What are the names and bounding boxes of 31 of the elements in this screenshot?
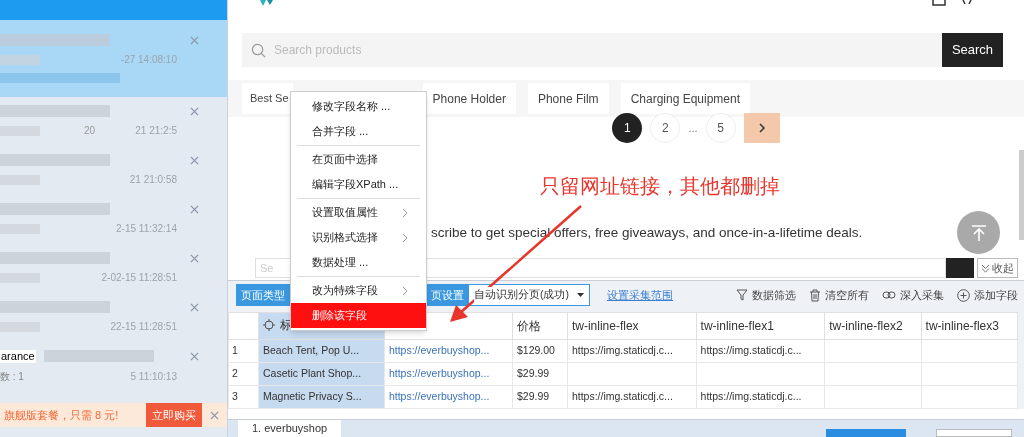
item-time: 21 21:2:5	[135, 124, 177, 138]
item-time: 5 11:10:13	[130, 369, 177, 384]
table-cell: https://everbuyshop...	[384, 339, 513, 363]
search-placeholder: Search products	[274, 42, 362, 59]
item-time: -27 14:08:10	[120, 53, 177, 67]
promo-text: 旗舰版套餐，只需 8 元!	[4, 407, 119, 423]
item-time: 21 21:0:58	[129, 173, 177, 187]
table-cell: Casetic Plant Shop...	[258, 362, 385, 386]
annotation-text: 只留网址链接，其他都删掉	[540, 174, 780, 199]
table-cell: https://everbuyshop...	[384, 385, 513, 409]
item-subtitle: 数 : 1	[0, 369, 24, 384]
item-title: arance	[0, 349, 36, 363]
page-ellipsis: ...	[688, 121, 698, 136]
table-cell: Magnetic Privacy S...	[258, 385, 385, 409]
table-cell: Beach Tent, Pop U...	[258, 339, 385, 363]
table-cell: $29.99	[512, 362, 568, 386]
item-time: 2-02-15 11:28:51	[101, 271, 177, 285]
subscribe-text: scribe to get special offers, free giveaways, and once-in-a-lifetime deals.	[431, 223, 863, 242]
item-text: 20	[84, 124, 96, 138]
table-cell: $129.00	[512, 339, 568, 363]
table-cell: https://everbuyshop...	[384, 362, 513, 386]
table-cell: $29.99	[512, 385, 568, 409]
table-cell: https://img.staticdj.c...	[567, 385, 697, 409]
row-number: 3	[228, 385, 259, 409]
table-cell: https://img.staticdj.c...	[567, 339, 697, 363]
row-number: 2	[228, 362, 259, 386]
row-number: 1	[228, 339, 259, 363]
table-cell: https://img.staticdj.c...	[696, 385, 825, 409]
item-time: 2-15 11:32:14	[116, 222, 177, 236]
table-cell: https://img.staticdj.c...	[696, 339, 825, 363]
item-time: 22-15 11:28:51	[110, 320, 177, 334]
